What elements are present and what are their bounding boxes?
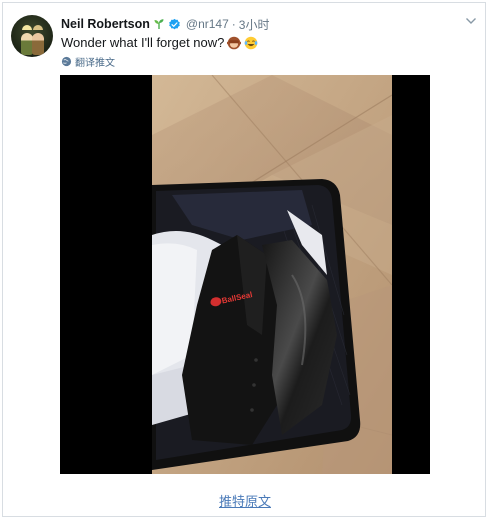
- tweet-card: Neil Robertson @nr147 · 3小时 Wonder what …: [2, 2, 486, 517]
- tweet-header: Neil Robertson @nr147 · 3小时: [61, 16, 269, 32]
- laughing-tears-emoji: [245, 36, 258, 49]
- see-no-evil-monkey-emoji: [227, 36, 242, 49]
- original-tweet-link[interactable]: 推特原文: [3, 491, 487, 510]
- author-name[interactable]: Neil Robertson: [61, 17, 150, 31]
- translate-label: 翻译推文: [75, 58, 115, 69]
- sprout-icon: [154, 19, 164, 29]
- translate-tweet[interactable]: 翻译推文: [61, 54, 115, 69]
- separator-dot: ·: [231, 17, 236, 31]
- avatar[interactable]: [11, 15, 53, 57]
- tweet-body: Wonder what I'll forget now?: [61, 35, 225, 50]
- chevron-down-icon[interactable]: [465, 16, 477, 26]
- globe-icon: [61, 56, 72, 67]
- author-handle[interactable]: @nr147: [186, 17, 229, 31]
- tweet-text: Wonder what I'll forget now?: [61, 35, 258, 50]
- tweet-timestamp[interactable]: 3小时: [239, 16, 270, 33]
- tweet-video[interactable]: BallSeal: [60, 75, 430, 474]
- verified-icon: [169, 18, 180, 29]
- suitcase-photo: BallSeal: [152, 75, 392, 474]
